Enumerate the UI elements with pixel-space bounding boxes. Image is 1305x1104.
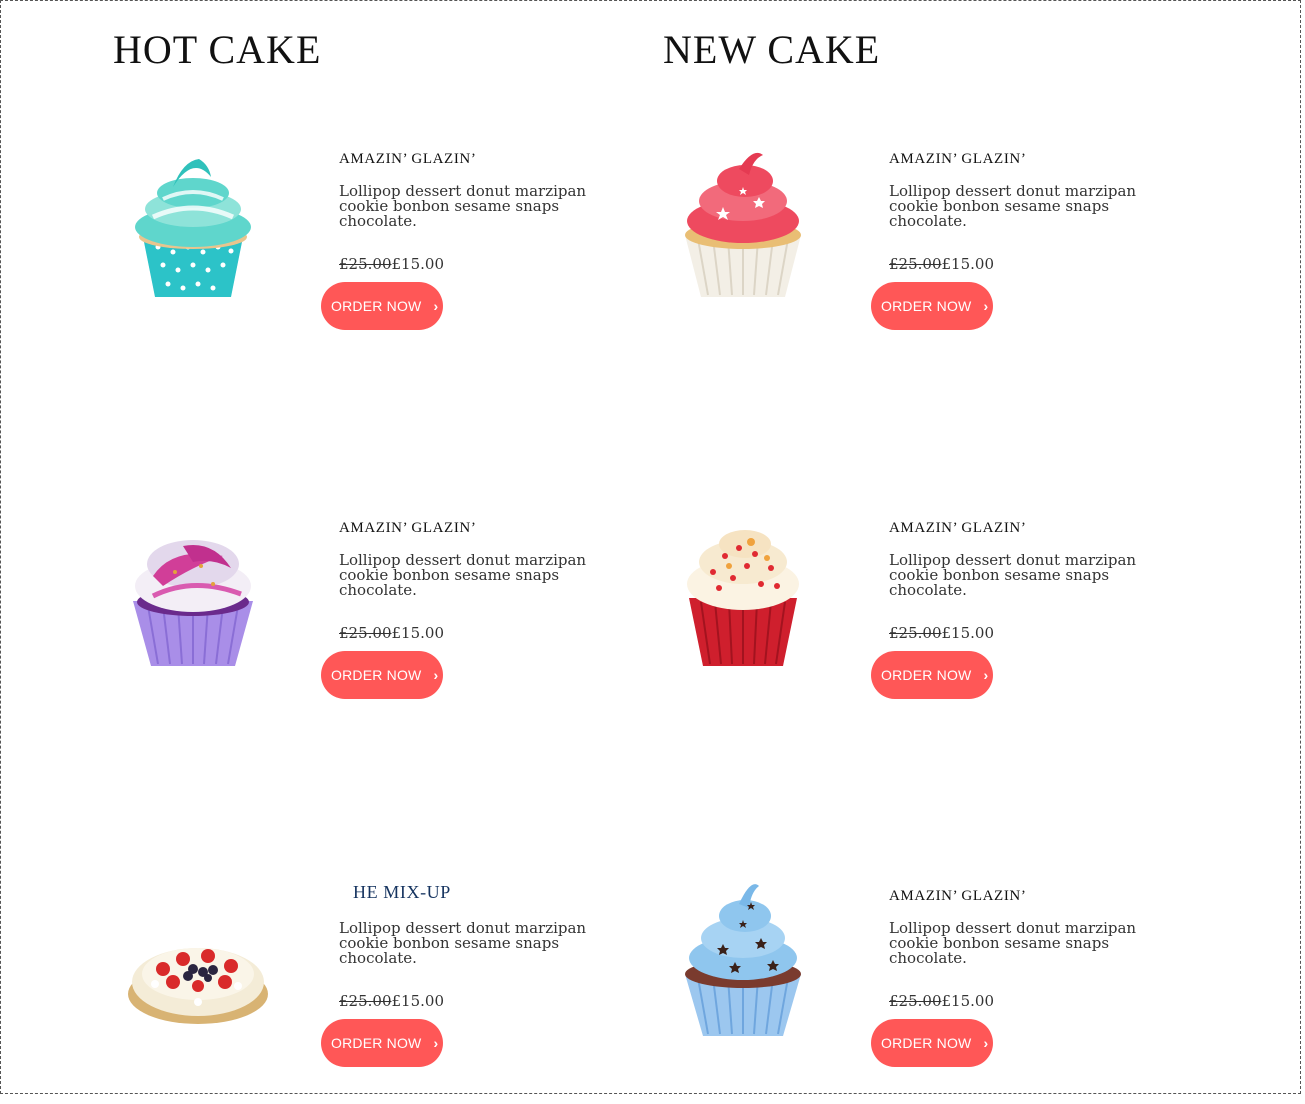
product-card: AMAZIN’ GLAZIN’ Lollipop dessert donut m… <box>113 137 613 367</box>
hot-cake-title: HOT CAKE <box>113 27 322 72</box>
order-now-button[interactable]: ORDER NOW › <box>871 282 993 330</box>
product-price: £25.00£15.00 <box>339 624 444 642</box>
sale-price: £15.00 <box>941 624 995 642</box>
product-price: £25.00£15.00 <box>339 992 444 1010</box>
chevron-right-icon: › <box>433 1035 439 1051</box>
order-now-label: ORDER NOW <box>881 667 972 683</box>
product-card: AMAZIN’ GLAZIN’ Lollipop dessert donut m… <box>663 506 1163 736</box>
berry-tart-image <box>113 874 273 1054</box>
old-price: £25.00 <box>339 255 392 273</box>
chevron-right-icon: › <box>433 667 439 683</box>
order-now-label: ORDER NOW <box>881 298 972 314</box>
order-now-label: ORDER NOW <box>881 1035 972 1051</box>
pink-star-cupcake-image <box>663 137 823 317</box>
product-price: £25.00£15.00 <box>339 255 444 273</box>
order-now-button[interactable]: ORDER NOW › <box>871 651 993 699</box>
old-price: £25.00 <box>889 255 942 273</box>
product-description: Lollipop dessert donut marzipan cookie b… <box>339 919 587 967</box>
product-description: Lollipop dessert donut marzipan cookie b… <box>339 182 587 230</box>
order-now-label: ORDER NOW <box>331 667 422 683</box>
sale-price: £15.00 <box>391 624 445 642</box>
sale-price: £15.00 <box>941 255 995 273</box>
teal-cupcake-image <box>113 137 273 317</box>
order-now-label: ORDER NOW <box>331 1035 422 1051</box>
order-now-button[interactable]: ORDER NOW › <box>321 651 443 699</box>
product-name: AMAZIN’ GLAZIN’ <box>889 520 1027 536</box>
chevron-right-icon: › <box>983 1035 989 1051</box>
product-price: £25.00£15.00 <box>889 624 994 642</box>
old-price: £25.00 <box>339 992 392 1010</box>
product-description: Lollipop dessert donut marzipan cookie b… <box>889 919 1137 967</box>
red-velvet-cupcake-image <box>663 506 823 686</box>
product-name: AMAZIN’ GLAZIN’ <box>339 520 477 536</box>
order-now-button[interactable]: ORDER NOW › <box>321 282 443 330</box>
chevron-right-icon: › <box>983 298 989 314</box>
product-name: AMAZIN’ GLAZIN’ <box>889 888 1027 904</box>
sale-price: £15.00 <box>941 992 995 1010</box>
product-price: £25.00£15.00 <box>889 255 994 273</box>
order-now-button[interactable]: ORDER NOW › <box>871 1019 993 1067</box>
blue-star-cupcake-image <box>663 874 823 1054</box>
chevron-right-icon: › <box>983 667 989 683</box>
order-now-label: ORDER NOW <box>331 298 422 314</box>
old-price: £25.00 <box>889 624 942 642</box>
sale-price: £15.00 <box>391 255 445 273</box>
product-card: AMAZIN’ GLAZIN’ Lollipop dessert donut m… <box>663 874 1163 1104</box>
old-price: £25.00 <box>339 624 392 642</box>
product-card: HE MIX-UP Lollipop dessert donut marzipa… <box>113 874 613 1104</box>
old-price: £25.00 <box>889 992 942 1010</box>
sale-price: £15.00 <box>391 992 445 1010</box>
product-name: AMAZIN’ GLAZIN’ <box>889 151 1027 167</box>
product-description: Lollipop dessert donut marzipan cookie b… <box>339 551 587 599</box>
product-card: AMAZIN’ GLAZIN’ Lollipop dessert donut m… <box>663 137 1163 367</box>
product-name: HE MIX-UP <box>353 882 451 902</box>
product-card: AMAZIN’ GLAZIN’ Lollipop dessert donut m… <box>113 506 613 736</box>
product-price: £25.00£15.00 <box>889 992 994 1010</box>
new-cake-title: NEW CAKE <box>663 27 881 72</box>
product-description: Lollipop dessert donut marzipan cookie b… <box>889 551 1137 599</box>
chevron-right-icon: › <box>433 298 439 314</box>
purple-sprinkle-cupcake-image <box>113 506 273 686</box>
product-name: AMAZIN’ GLAZIN’ <box>339 151 477 167</box>
product-description: Lollipop dessert donut marzipan cookie b… <box>889 182 1137 230</box>
order-now-button[interactable]: ORDER NOW › <box>321 1019 443 1067</box>
